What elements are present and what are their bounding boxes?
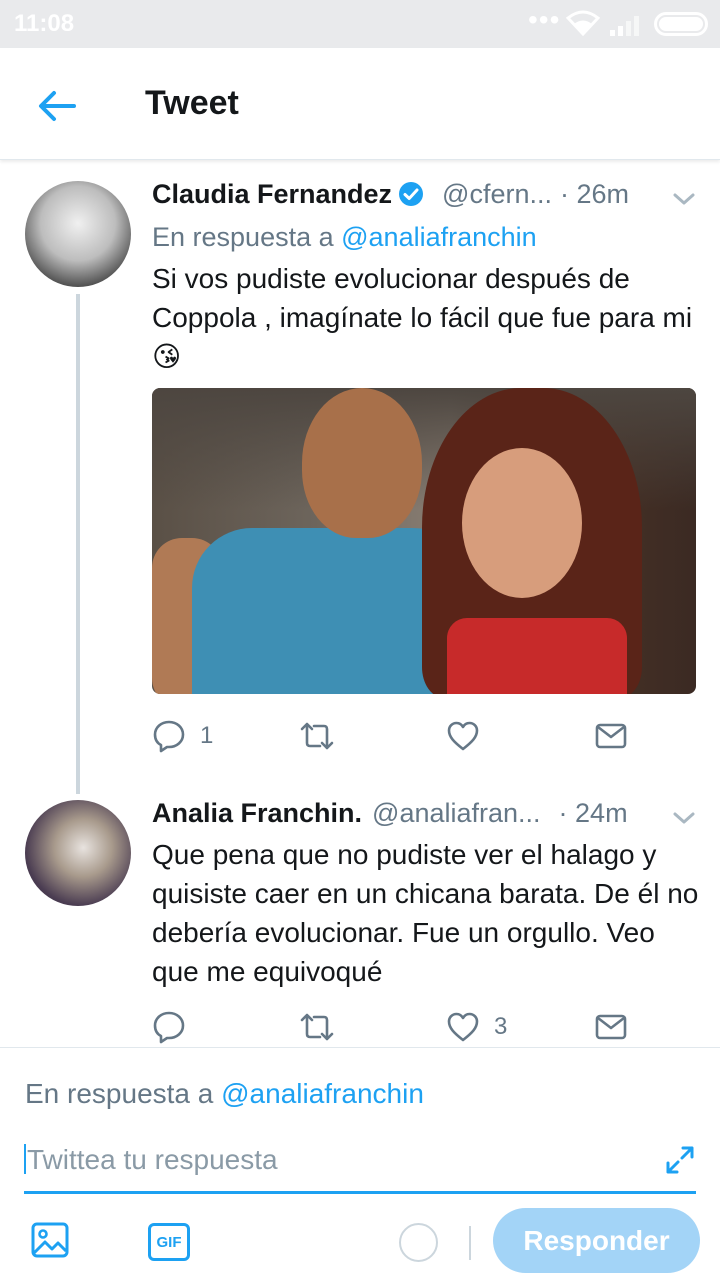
reply-count: 1 <box>200 722 214 749</box>
like-button[interactable]: 3 <box>446 1007 507 1047</box>
gif-button[interactable]: GIF <box>148 1223 190 1261</box>
tweet-photo[interactable] <box>152 388 696 694</box>
tweet-actions: 1 <box>152 716 632 756</box>
chevron-down-icon[interactable] <box>672 810 696 826</box>
chevron-down-icon[interactable] <box>672 191 696 207</box>
envelope-icon <box>595 1014 627 1040</box>
status-bar: 11:08 ••• <box>0 0 720 48</box>
reply-button[interactable] <box>152 1007 200 1047</box>
image-icon[interactable] <box>30 1220 70 1260</box>
verified-badge-icon <box>399 182 424 206</box>
reply-button[interactable]: 1 <box>152 716 213 756</box>
author-handle[interactable]: @cfern... <box>442 179 552 210</box>
battery-icon <box>654 12 708 36</box>
direct-message-button[interactable] <box>594 716 628 756</box>
direct-message-button[interactable] <box>594 1007 628 1047</box>
avatar[interactable] <box>25 800 131 906</box>
heart-icon <box>447 1012 479 1042</box>
reply-mention-link[interactable]: @analiafranchin <box>221 1078 424 1109</box>
tweet-text: Si vos pudiste evolucionar después de Co… <box>152 259 702 376</box>
tweet-header: Analia Franchin. @analiafran... · 24m <box>152 795 628 831</box>
expand-icon[interactable] <box>664 1144 696 1176</box>
character-counter <box>399 1223 438 1262</box>
tweet-actions: 3 <box>152 1007 632 1047</box>
reply-context: En respuesta a @analiafranchin <box>152 222 537 253</box>
divider <box>469 1226 471 1260</box>
author-name[interactable]: Claudia Fernandez <box>152 179 392 210</box>
envelope-icon <box>595 723 627 749</box>
composer-reply-context: En respuesta a @analiafranchin <box>25 1078 424 1110</box>
reply-input[interactable]: Twittea tu respuesta <box>24 1142 696 1194</box>
retweet-icon <box>300 722 334 750</box>
reply-composer: En respuesta a @analiafranchin Twittea t… <box>0 1047 720 1280</box>
heart-icon <box>447 721 479 751</box>
text-cursor <box>24 1144 26 1174</box>
page-title: Tweet <box>145 84 239 122</box>
notification-dots-icon: ••• <box>528 4 561 35</box>
author-name[interactable]: Analia Franchin. <box>152 798 362 829</box>
retweet-button[interactable] <box>298 1007 350 1047</box>
app-bar: Tweet <box>0 48 720 160</box>
reply-mention-link[interactable]: @analiafranchin <box>341 222 537 252</box>
tweet-timestamp: · 24m <box>558 797 628 828</box>
author-handle[interactable]: @analiafran... <box>372 798 541 829</box>
retweet-button[interactable] <box>298 716 350 756</box>
tweet-header: Claudia Fernandez @cfern... · 26m <box>152 176 629 212</box>
reply-input-placeholder: Twittea tu respuesta <box>27 1144 278 1175</box>
status-time: 11:08 <box>14 10 75 37</box>
retweet-icon <box>300 1013 334 1041</box>
reply-send-button[interactable]: Responder <box>493 1208 700 1273</box>
tweet-timestamp: · 26m <box>560 178 630 209</box>
tweet-body: Si vos pudiste evolucionar después de Co… <box>152 263 693 333</box>
reply-prefix: En respuesta a <box>25 1078 222 1109</box>
like-count: 3 <box>494 1013 508 1040</box>
wifi-icon <box>566 10 600 36</box>
back-arrow-icon[interactable] <box>34 84 78 128</box>
reply-icon <box>153 720 185 753</box>
reply-icon <box>153 1011 185 1044</box>
avatar[interactable] <box>25 181 131 287</box>
tweet-text: Que pena que no pudiste ver el halago y … <box>152 839 699 987</box>
like-button[interactable] <box>446 716 494 756</box>
thread-connector <box>76 294 80 794</box>
reply-prefix: En respuesta a <box>152 222 342 252</box>
signal-icon <box>610 16 639 36</box>
kiss-emoji-icon: 😘 <box>152 341 182 372</box>
